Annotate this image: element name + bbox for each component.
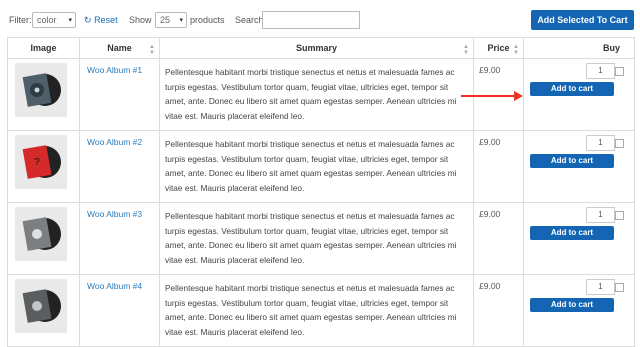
products-label: products: [190, 15, 225, 25]
table-row: Woo Album #4 Pellentesque habitant morbi…: [7, 274, 635, 347]
show-label: Show: [129, 15, 152, 25]
quantity-input[interactable]: 1: [586, 279, 615, 295]
show-select[interactable]: 25 ▾: [155, 12, 187, 28]
product-name-link[interactable]: Woo Album #3: [87, 209, 142, 219]
reset-label: Reset: [94, 15, 118, 25]
table-row: Woo Album #1 Pellentesque habitant morbi…: [7, 58, 635, 131]
buy-cell: 1 Add to cart: [523, 274, 635, 347]
filter-label: Filter:: [9, 15, 32, 25]
name-cell: Woo Album #4: [79, 274, 160, 347]
product-name-link[interactable]: Woo Album #4: [87, 281, 142, 291]
image-cell: [7, 274, 80, 347]
table-header-row: Image Name ▲ ▼ Summary ▲ ▼ Price ▲ ▼ Buy: [7, 37, 635, 59]
product-thumbnail[interactable]: ?: [15, 135, 67, 189]
product-thumbnail[interactable]: [15, 63, 67, 117]
header-image: Image: [7, 37, 80, 59]
select-checkbox[interactable]: [615, 139, 624, 148]
search-input[interactable]: [262, 11, 360, 29]
refresh-icon: ↻: [84, 15, 92, 25]
filter-select[interactable]: color ▾: [32, 12, 76, 28]
product-name-link[interactable]: Woo Album #2: [87, 137, 142, 147]
sort-icon: ▲ ▼: [513, 44, 519, 56]
header-price[interactable]: Price ▲ ▼: [473, 37, 524, 59]
quantity-input[interactable]: 1: [586, 135, 615, 151]
header-buy: Buy: [523, 37, 635, 59]
summary-cell: Pellentesque habitant morbi tristique se…: [159, 274, 474, 347]
chevron-down-icon: ▾: [179, 17, 183, 24]
product-thumbnail[interactable]: [15, 279, 67, 333]
svg-text:?: ?: [34, 157, 40, 168]
reset-link[interactable]: ↻ Reset: [84, 15, 118, 26]
sort-icon: ▲ ▼: [149, 44, 155, 56]
add-selected-to-cart-button[interactable]: Add Selected To Cart: [531, 10, 634, 30]
chevron-down-icon: ▾: [68, 17, 72, 24]
buy-cell: 1 Add to cart: [523, 130, 635, 203]
add-to-cart-button[interactable]: Add to cart: [530, 82, 614, 96]
quantity-input[interactable]: 1: [586, 207, 615, 223]
product-thumbnail[interactable]: [15, 207, 67, 261]
image-cell: ?: [7, 130, 80, 203]
summary-cell: Pellentesque habitant morbi tristique se…: [159, 58, 474, 131]
header-summary[interactable]: Summary ▲ ▼: [159, 37, 474, 59]
products-table: Image Name▲▼ Summary▲▼ Price▲▼ Buy: [7, 37, 635, 347]
select-checkbox[interactable]: [615, 283, 624, 292]
buy-cell: 1 Add to cart: [523, 202, 635, 275]
select-checkbox[interactable]: [615, 67, 624, 76]
annotation-arrow-head-icon: [514, 91, 523, 101]
summary-cell: Pellentesque habitant morbi tristique se…: [159, 202, 474, 275]
price-cell: £9.00: [473, 130, 524, 203]
table-row: Woo Album #3 Pellentesque habitant morbi…: [7, 202, 635, 275]
price-cell: £9.00: [473, 202, 524, 275]
add-to-cart-button[interactable]: Add to cart: [530, 298, 614, 312]
name-cell: Woo Album #1: [79, 58, 160, 131]
select-checkbox[interactable]: [615, 211, 624, 220]
header-name[interactable]: Name ▲ ▼: [79, 37, 160, 59]
image-cell: [7, 202, 80, 275]
add-to-cart-button[interactable]: Add to cart: [530, 154, 614, 168]
filter-select-value: color: [37, 15, 57, 25]
show-select-value: 25: [160, 15, 171, 25]
product-name-link[interactable]: Woo Album #1: [87, 65, 142, 75]
name-cell: Woo Album #2: [79, 130, 160, 203]
add-to-cart-button[interactable]: Add to cart: [530, 226, 614, 240]
toolbar: Filter: color ▾ ↻ Reset Show 25 ▾ produc…: [0, 0, 640, 38]
quantity-input[interactable]: 1: [586, 63, 615, 79]
sort-icon: ▲ ▼: [463, 44, 469, 56]
price-cell: £9.00: [473, 274, 524, 347]
image-cell: [7, 58, 80, 131]
buy-cell: 1 Add to cart: [523, 58, 635, 131]
summary-cell: Pellentesque habitant morbi tristique se…: [159, 130, 474, 203]
annotation-arrow: [461, 95, 521, 97]
name-cell: Woo Album #3: [79, 202, 160, 275]
table-row: ? Woo Album #2 Pellentesque habitant mor…: [7, 130, 635, 203]
